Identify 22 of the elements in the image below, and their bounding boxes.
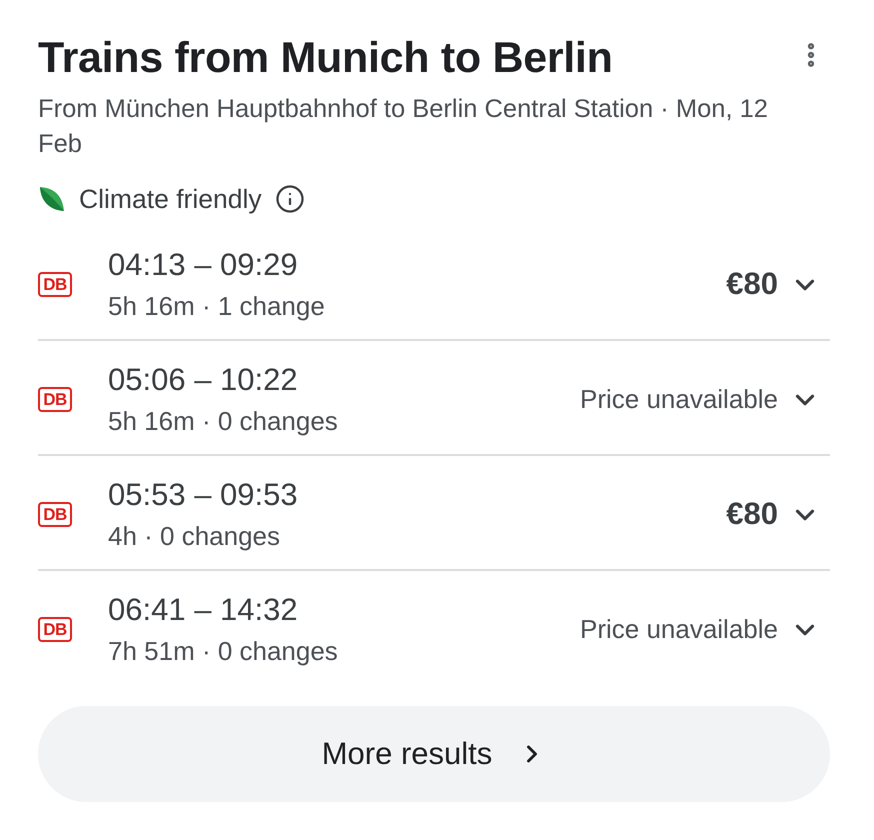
price: €80 [726, 495, 778, 534]
operator-logo: DB [38, 502, 72, 527]
operator-logo: DB [38, 617, 72, 642]
price-note: Price unavailable [580, 383, 778, 416]
price: €80 [726, 265, 778, 304]
trip-details: 7h 51m · 0 changes [108, 635, 339, 668]
departure-arrival-times: 06:41 – 14:32 [108, 591, 299, 628]
departure-arrival-times: 05:53 – 09:53 [108, 476, 299, 513]
trip-details: 5h 16m · 0 changes [108, 405, 339, 438]
route-subtitle: From München Hauptbahnhof to Berlin Central Station · Mon, 12 Feb [38, 94, 769, 160]
card-title: Trains from Munich to Berlin [38, 33, 613, 84]
more-results-button[interactable]: More results [38, 706, 830, 802]
operator-logo: DB [38, 272, 72, 297]
trip-details: 4h · 0 changes [108, 520, 282, 553]
info-icon[interactable] [274, 184, 305, 214]
leaf-icon [38, 185, 66, 213]
price-note: Price unavailable [580, 613, 778, 646]
trip-details: 5h 16m · 1 change [108, 290, 326, 323]
climate-label: Climate friendly [79, 184, 262, 214]
departure-arrival-times: 05:06 – 10:22 [108, 361, 299, 398]
departure-arrival-times: 04:13 – 09:29 [108, 246, 299, 283]
operator-logo: DB [38, 387, 72, 412]
